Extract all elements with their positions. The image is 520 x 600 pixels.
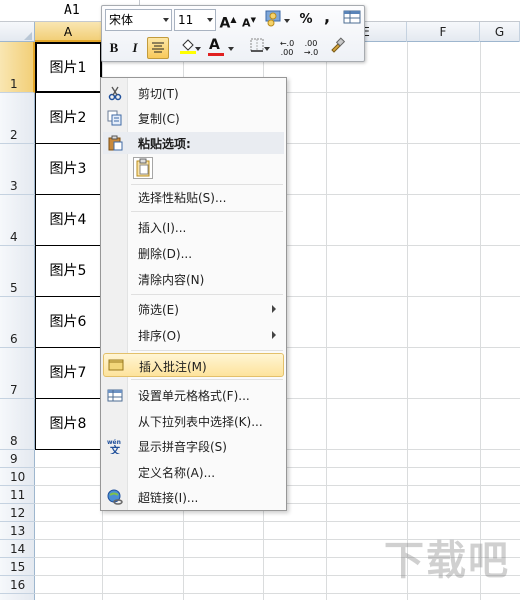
menu-item-copy[interactable]: 复制(C) — [103, 107, 284, 129]
cell-a3[interactable]: 图片3 — [35, 144, 101, 195]
shrink-font-button[interactable]: A▼ — [240, 9, 258, 31]
borders-button[interactable] — [242, 37, 272, 59]
row-header[interactable]: 12 — [0, 504, 35, 522]
cell-a7[interactable]: 图片7 — [35, 348, 101, 399]
align-center-icon — [152, 42, 164, 53]
scissors-icon — [108, 86, 122, 101]
menu-item-paste-special[interactable]: 选择性粘贴(S)... — [103, 186, 284, 208]
cell-a6[interactable]: 图片6 — [35, 297, 101, 348]
borders-icon — [250, 38, 264, 52]
currency-icon — [265, 10, 281, 27]
menu-item-insert[interactable]: 插入(I)... — [103, 216, 284, 238]
font-size-combo[interactable]: 11 — [174, 9, 216, 31]
format-painter-button[interactable] — [326, 37, 348, 59]
row-header[interactable]: 4 — [0, 195, 35, 246]
row-header[interactable]: 1 — [0, 42, 35, 93]
cell-a1[interactable]: 图片1 — [35, 42, 101, 93]
watermark-logo: 下载吧 — [384, 538, 510, 584]
row-header[interactable]: 5 — [0, 246, 35, 297]
decrease-decimal-button[interactable]: .00 →.0 — [300, 37, 322, 59]
cell-a4[interactable]: 图片4 — [35, 195, 101, 246]
percent-style-button[interactable]: % — [298, 9, 314, 31]
font-name-combo[interactable]: 宋体 — [105, 9, 172, 31]
copy-icon — [107, 110, 122, 126]
menu-item-filter[interactable]: 筛选(E) — [103, 298, 284, 320]
mini-toolbar: 宋体 11 A▲ A▼ % , B I A ←.0 .00 .00 →.0 — [101, 5, 365, 62]
menu-item-hyperlink[interactable]: 超链接(I)... — [103, 486, 284, 508]
column-header-g[interactable]: G — [480, 22, 520, 42]
comment-icon — [108, 359, 124, 371]
menu-item-insert-comment[interactable]: 插入批注(M) — [103, 353, 284, 377]
row-header-bar: 1 2 3 4 5 6 7 8 9 10 11 12 13 14 15 16 — [0, 42, 35, 600]
submenu-arrow-icon — [272, 305, 276, 313]
column-header-f[interactable]: F — [407, 22, 480, 42]
paste-icon — [108, 135, 123, 151]
svg-text:文: 文 — [110, 444, 121, 454]
menu-item-show-phonetic[interactable]: wén 文 显示拼音字段(S) — [103, 435, 284, 457]
paste-option-button[interactable] — [133, 157, 153, 179]
row-header[interactable]: 2 — [0, 93, 35, 144]
cell-a8[interactable]: 图片8 — [35, 399, 101, 450]
cell-a5[interactable]: 图片5 — [35, 246, 101, 297]
row-header[interactable]: 7 — [0, 348, 35, 399]
select-all-corner[interactable] — [0, 22, 35, 42]
format-painter-table-button[interactable] — [342, 9, 362, 31]
increase-decimal-button[interactable]: ←.0 .00 — [276, 37, 298, 59]
hyperlink-icon — [107, 489, 123, 505]
row-header[interactable]: 13 — [0, 522, 35, 540]
row-header[interactable]: 15 — [0, 558, 35, 576]
comma-style-button[interactable]: , — [320, 6, 334, 28]
menu-item-pick-from-list[interactable]: 从下拉列表中选择(K)... — [103, 410, 284, 432]
row-header[interactable]: 14 — [0, 540, 35, 558]
fill-color-button[interactable] — [173, 37, 203, 59]
bold-button[interactable]: B — [105, 37, 123, 59]
cell-a2[interactable]: 图片2 — [35, 93, 101, 144]
paint-bucket-icon — [180, 39, 196, 54]
phonetic-icon: wén 文 — [107, 439, 121, 454]
menu-item-clear-contents[interactable]: 清除内容(N) — [103, 268, 284, 290]
align-center-button[interactable] — [147, 37, 169, 59]
italic-button[interactable]: I — [126, 37, 144, 59]
font-color-button[interactable]: A — [206, 37, 236, 59]
row-header[interactable]: 8 — [0, 399, 35, 450]
row-header[interactable]: 10 — [0, 468, 35, 486]
context-menu: 剪切(T) 复制(C) 粘贴选项: 选择性粘贴(S)... 插入(I)... 删… — [100, 77, 287, 511]
menu-item-format-cells[interactable]: 设置单元格格式(F)... — [103, 384, 284, 406]
menu-item-delete[interactable]: 删除(D)... — [103, 242, 284, 264]
row-header[interactable]: 11 — [0, 486, 35, 504]
row-header[interactable]: 9 — [0, 450, 35, 468]
menu-item-cut[interactable]: 剪切(T) — [103, 82, 284, 104]
column-header-a[interactable]: A — [35, 22, 102, 42]
row-header[interactable]: 16 — [0, 576, 35, 594]
clipboard-icon — [136, 158, 150, 177]
paintbrush-icon — [331, 37, 346, 53]
row-header[interactable]: 6 — [0, 297, 35, 348]
accounting-format-button[interactable] — [262, 9, 290, 31]
menu-item-define-name[interactable]: 定义名称(A)... — [103, 461, 284, 483]
table-icon — [343, 10, 361, 24]
svg-text:wén: wén — [107, 439, 121, 446]
format-cells-icon — [107, 389, 123, 402]
grow-font-button[interactable]: A▲ — [219, 9, 237, 32]
submenu-arrow-icon — [272, 331, 276, 339]
menu-item-sort[interactable]: 排序(O) — [103, 324, 284, 346]
row-header[interactable]: 3 — [0, 144, 35, 195]
menu-paste-options-header: 粘贴选项: — [103, 132, 284, 154]
